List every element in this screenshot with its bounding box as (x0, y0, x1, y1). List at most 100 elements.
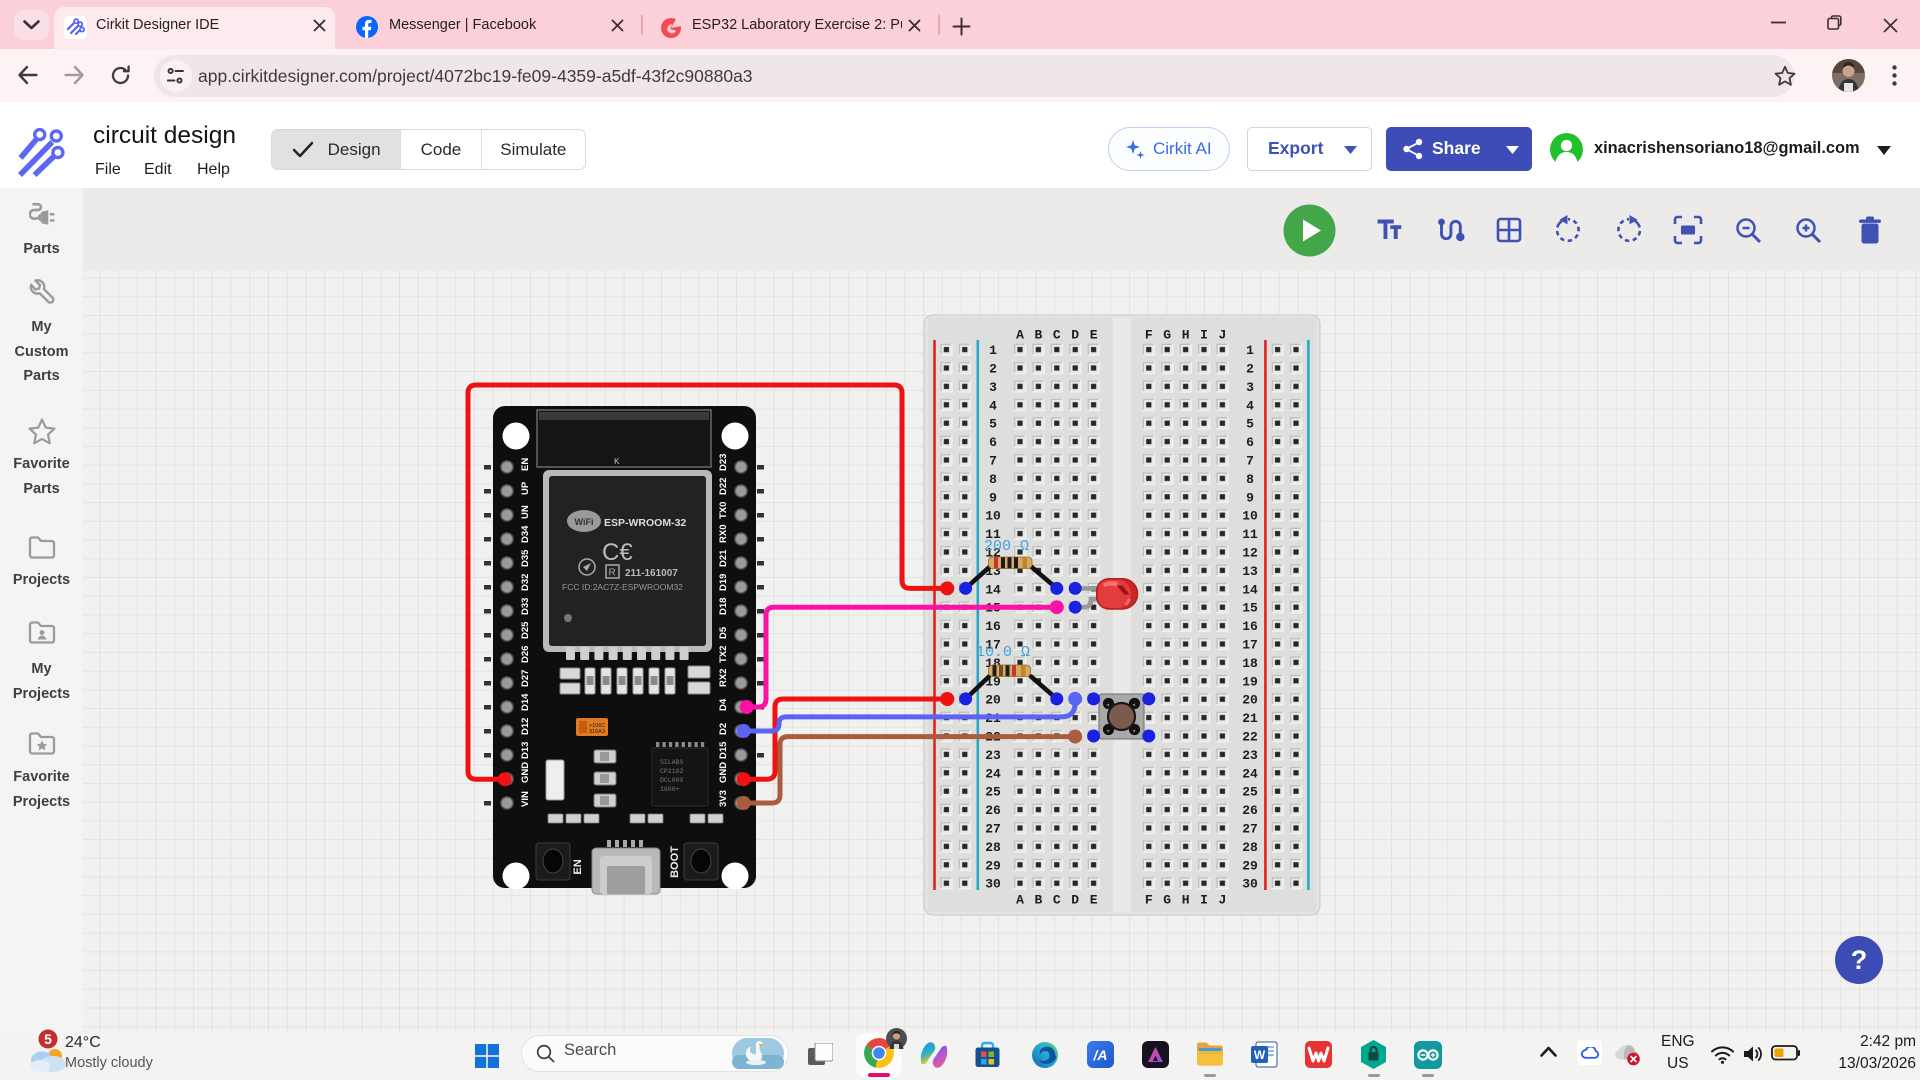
svg-text:TX0: TX0 (718, 502, 729, 519)
svg-text:UN: UN (520, 505, 531, 519)
svg-text:D26: D26 (520, 646, 531, 663)
svg-text:E: E (1090, 893, 1098, 908)
svg-text:7: 7 (1246, 454, 1254, 469)
svg-text:GND: GND (520, 762, 531, 783)
svg-text:H: H (1182, 328, 1190, 343)
svg-text:7: 7 (989, 454, 997, 469)
svg-text:18: 18 (1242, 656, 1258, 671)
svg-text:D21: D21 (718, 549, 729, 567)
svg-text:RX2: RX2 (718, 669, 729, 687)
svg-text:J: J (1218, 328, 1226, 343)
svg-text:H: H (1182, 893, 1190, 908)
svg-text:6: 6 (989, 435, 997, 450)
svg-text:WiFi: WiFi (575, 517, 594, 527)
svg-text:B: B (1034, 893, 1042, 908)
svg-text:D25: D25 (520, 621, 531, 639)
svg-text:SILABS: SILABS (660, 759, 684, 766)
svg-text:22: 22 (1242, 730, 1258, 745)
svg-text:F: F (1145, 328, 1153, 343)
svg-text:K: K (614, 457, 620, 467)
svg-text:24: 24 (1242, 766, 1258, 781)
svg-text:10: 10 (1242, 509, 1258, 524)
svg-text:D: D (1071, 328, 1079, 343)
svg-text:211-161007: 211-161007 (625, 568, 678, 579)
svg-text:UP: UP (520, 481, 531, 495)
svg-text:8: 8 (1246, 472, 1254, 487)
svg-text:I: I (1200, 328, 1208, 343)
svg-text:D23: D23 (718, 454, 729, 471)
svg-text:1606+: 1606+ (660, 786, 680, 793)
svg-text:29: 29 (1242, 858, 1258, 873)
svg-text:30: 30 (1242, 877, 1258, 892)
svg-text:D4: D4 (718, 698, 729, 711)
svg-text:D14: D14 (520, 693, 531, 711)
svg-text:E: E (1090, 328, 1098, 343)
svg-text:DCL00X: DCL00X (660, 777, 684, 784)
svg-text:D27: D27 (520, 670, 531, 687)
svg-text:10.0 Ω: 10.0 Ω (976, 644, 1030, 661)
svg-text:10: 10 (985, 509, 1001, 524)
svg-text:C: C (1053, 328, 1061, 343)
svg-text:EN: EN (520, 458, 531, 471)
svg-text:3: 3 (1246, 380, 1254, 395)
svg-text:/A: /A (1093, 1047, 1108, 1063)
svg-text:F: F (1145, 893, 1153, 908)
svg-text:13: 13 (1242, 564, 1258, 579)
svg-text:1: 1 (1246, 343, 1254, 358)
svg-text:EN: EN (572, 859, 584, 874)
svg-text:26: 26 (985, 803, 1001, 818)
svg-text:B: B (1034, 328, 1042, 343)
svg-text:1: 1 (989, 343, 997, 358)
svg-text:28: 28 (985, 840, 1001, 855)
svg-text:BOOT: BOOT (669, 846, 681, 878)
svg-text:D: D (1071, 893, 1079, 908)
svg-text:ESP-WROOM-32: ESP-WROOM-32 (604, 517, 686, 529)
svg-text:W: W (1254, 1048, 1266, 1062)
svg-text:C€: C€ (602, 539, 633, 566)
svg-text:2: 2 (989, 362, 997, 377)
svg-text:30: 30 (985, 877, 1001, 892)
svg-text:VIN: VIN (520, 791, 531, 807)
svg-text:5: 5 (989, 417, 997, 432)
svg-text:D5: D5 (718, 626, 729, 639)
svg-text:316A3: 316A3 (589, 729, 605, 735)
svg-text:29: 29 (985, 858, 1001, 873)
svg-text:27: 27 (985, 822, 1001, 837)
svg-text:TX2: TX2 (718, 646, 729, 663)
svg-text:9: 9 (989, 490, 997, 505)
svg-text:RX0: RX0 (718, 525, 729, 543)
svg-text:D18: D18 (718, 598, 729, 615)
svg-text:CP2102: CP2102 (660, 768, 684, 775)
svg-text:I: I (1200, 893, 1208, 908)
svg-text:23: 23 (985, 748, 1001, 763)
svg-text:14: 14 (1242, 582, 1258, 597)
svg-text:19: 19 (1242, 674, 1258, 689)
svg-text:24: 24 (985, 766, 1001, 781)
svg-text:17: 17 (1242, 638, 1258, 653)
svg-text:5: 5 (44, 1031, 52, 1047)
svg-text:D15: D15 (718, 741, 729, 759)
svg-text:D22: D22 (718, 478, 729, 495)
svg-text:20: 20 (985, 693, 1001, 708)
svg-text:D33: D33 (520, 598, 531, 615)
svg-text:GND: GND (718, 762, 729, 783)
svg-text:15: 15 (1242, 601, 1258, 616)
svg-text:FCC ID:2AC7Z-ESPWROOM32: FCC ID:2AC7Z-ESPWROOM32 (562, 582, 683, 592)
svg-text:4: 4 (989, 398, 997, 413)
svg-text:J: J (1218, 893, 1226, 908)
svg-text:D32: D32 (520, 574, 531, 591)
svg-text:16: 16 (985, 619, 1001, 634)
svg-text:27: 27 (1242, 822, 1258, 837)
svg-text:D19: D19 (718, 574, 729, 591)
svg-text:C: C (1053, 893, 1061, 908)
svg-text:D35: D35 (520, 549, 531, 567)
svg-text:D34: D34 (520, 525, 531, 543)
svg-text:D2: D2 (718, 723, 729, 735)
svg-text:14: 14 (985, 582, 1001, 597)
svg-text:8: 8 (989, 472, 997, 487)
svg-text:G: G (1163, 328, 1171, 343)
svg-text:9: 9 (1246, 490, 1254, 505)
svg-text:6: 6 (1246, 435, 1254, 450)
svg-text:4: 4 (1246, 398, 1254, 413)
svg-text:G: G (1163, 893, 1171, 908)
